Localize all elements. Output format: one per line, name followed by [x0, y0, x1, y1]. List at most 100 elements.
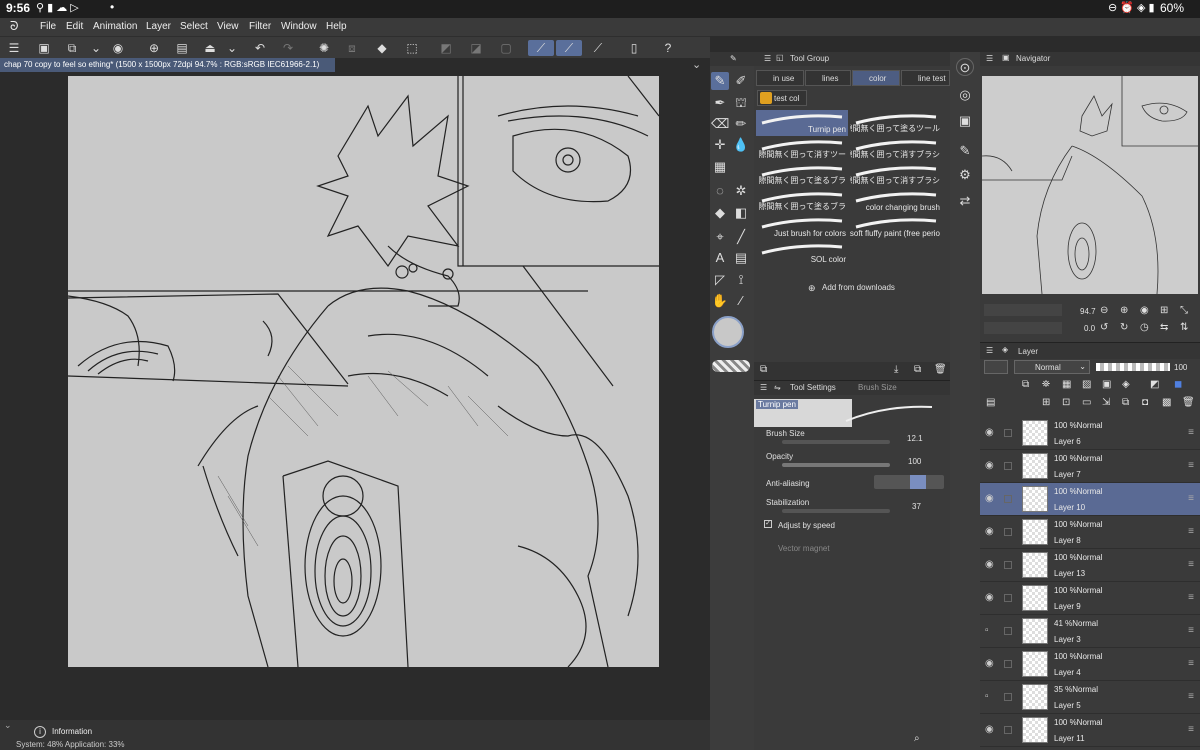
layer-row[interactable]: ◉ 100 %Normal Layer 7 ≡ [980, 450, 1200, 483]
move-tool-icon[interactable]: ✛ [711, 136, 729, 154]
copy-icon[interactable]: ⧉ [914, 364, 921, 375]
search-icon[interactable]: ⊙ [956, 58, 974, 76]
menu-view[interactable]: View [217, 21, 239, 32]
brush-item[interactable]: SOL color [756, 240, 848, 266]
new-vector-layer-icon[interactable]: ⊡ [1062, 397, 1070, 408]
trash-icon[interactable]: 🗑 [934, 364, 947, 375]
clear-icon[interactable]: ⧈ [344, 40, 360, 56]
reset-rotation-icon[interactable]: ◷ [1140, 322, 1149, 333]
link-icon[interactable]: ⇄ [956, 192, 974, 210]
drag-handle-icon[interactable]: ≡ [1188, 559, 1194, 570]
layer-select-checkbox[interactable] [1004, 594, 1012, 602]
navigator-preview[interactable] [982, 76, 1198, 294]
layer-row[interactable]: ◉ 100 %Normal Layer 8 ≡ [980, 516, 1200, 549]
frame-tool-icon[interactable]: ▤ [732, 249, 750, 267]
layer-color-icon[interactable]: ◼ [1174, 379, 1182, 390]
pen-tab-icon[interactable]: ✎ [730, 54, 737, 63]
transfer-icon[interactable]: ⇲ [1102, 397, 1110, 408]
menu-window[interactable]: Window [281, 21, 317, 32]
menu-filter[interactable]: Filter [249, 21, 271, 32]
layer-select-checkbox[interactable] [1004, 528, 1012, 536]
undo-icon[interactable]: ↶ [252, 40, 268, 56]
help-icon[interactable]: ? [660, 40, 676, 56]
layer-row[interactable]: ◉ 100 %Normal Layer 13 ≡ [980, 549, 1200, 582]
menu-select[interactable]: Select [180, 21, 208, 32]
menu-icon[interactable]: ☰ [986, 54, 993, 63]
brush-item[interactable]: 隙間無く囲って塗るブラ [756, 162, 848, 188]
grid-tool-icon[interactable]: ▦ [711, 158, 729, 176]
download-icon[interactable]: ⤓ [894, 364, 898, 375]
stabilization-slider[interactable] [782, 509, 890, 513]
apply-mask-icon[interactable]: ▩ [1162, 397, 1171, 408]
layer-mask-icon[interactable]: ◘ [1142, 397, 1148, 408]
zoom-out-icon[interactable]: ⊖ [1100, 305, 1108, 316]
marker-tool-icon[interactable]: ✐ [732, 72, 750, 90]
fit-icon[interactable]: ⊞ [1160, 305, 1168, 316]
eye-icon[interactable]: ◉ [985, 593, 997, 603]
brush-tool-icon[interactable]: ✒ [711, 94, 729, 112]
brush-size-slider[interactable] [782, 440, 890, 444]
menu-icon[interactable]: ☰ [764, 54, 771, 63]
tab-color[interactable]: color [852, 70, 900, 86]
brush-item[interactable]: 隙間無く囲って消すツー [756, 136, 848, 162]
drag-handle-icon[interactable]: ≡ [1188, 526, 1194, 537]
combine-icon[interactable]: ⧉ [1122, 397, 1129, 408]
correct-line-icon[interactable]: ⟟ [732, 271, 750, 289]
tab-lines[interactable]: lines [805, 70, 851, 86]
eraser-tool-icon[interactable]: ⌫ [711, 115, 729, 133]
blend-mode-select[interactable]: Normal ⌄ [1014, 360, 1090, 374]
tab-line-test[interactable]: line test [901, 70, 950, 86]
flip-vertical-icon[interactable]: ⇅ [1180, 322, 1188, 333]
transform-icon[interactable]: ⬚ [404, 40, 420, 56]
layer-select-checkbox[interactable] [1004, 495, 1012, 503]
redo-icon[interactable]: ↷ [280, 40, 296, 56]
layer-select-checkbox[interactable] [1004, 429, 1012, 437]
layer-select-checkbox[interactable] [1004, 561, 1012, 569]
mask-icon[interactable]: ▣ [1102, 379, 1111, 390]
menu-animation[interactable]: Animation [93, 21, 137, 32]
drag-handle-icon[interactable]: ≡ [1188, 724, 1194, 735]
special-ruler-snap-icon[interactable]: ⟋ [556, 40, 582, 56]
chevron-down-icon[interactable]: ⌄ [88, 40, 104, 56]
eye-icon[interactable]: ◉ [985, 461, 997, 471]
vector-magnet-label[interactable]: Vector magnet [778, 544, 830, 553]
fill-tool-icon[interactable]: ◆ [711, 204, 729, 222]
hidden-eye-icon[interactable]: ▫ [985, 626, 997, 636]
chevron-down-icon[interactable]: ⌄ [692, 58, 701, 71]
opacity-value[interactable]: 100 [908, 457, 921, 466]
export-icon[interactable]: ⧉ [64, 40, 80, 56]
ruler-tool-icon[interactable]: ◸ [711, 271, 729, 289]
gradient-tool-icon[interactable]: ◧ [732, 204, 750, 222]
hamburger-icon[interactable]: ☰ [6, 40, 22, 56]
new-canvas-icon[interactable]: ▣ [36, 40, 52, 56]
settings-icon[interactable]: ⧉ [760, 364, 767, 375]
preset-preview[interactable]: Turnip pen [754, 399, 852, 427]
hand-tool-icon[interactable]: ✋ [711, 292, 729, 310]
zoom-value[interactable]: 94.7 [1080, 307, 1096, 316]
layer-select-checkbox[interactable] [1004, 693, 1012, 701]
antialiasing-selector[interactable] [874, 475, 944, 489]
rotate-left-icon[interactable]: ↺ [1100, 322, 1108, 333]
lock-icon[interactable]: ▦ [1062, 379, 1071, 390]
drag-handle-icon[interactable]: ≡ [1188, 691, 1194, 702]
lock-alpha-icon[interactable]: ▨ [1082, 379, 1091, 390]
decoration-tool-icon[interactable]: ⛫ [732, 94, 750, 112]
pencil-tool-icon[interactable]: ✏ [732, 115, 750, 133]
information-label[interactable]: Information [52, 727, 92, 736]
save-icon[interactable]: ⏏ [202, 40, 218, 56]
invert-selection-icon[interactable]: ◪ [468, 40, 484, 56]
layer-row[interactable]: ▫ 35 %Normal Layer 5 ≡ [980, 681, 1200, 714]
rotation-slider[interactable] [984, 322, 1062, 334]
checkbox-icon[interactable]: ✓ [764, 520, 772, 528]
layer-row[interactable]: ▫ 41 %Normal Layer 3 ≡ [980, 615, 1200, 648]
brush-item[interactable]: 隙間無く囲って塗るツール [850, 110, 942, 136]
brush-icon[interactable]: ✎ [956, 142, 974, 160]
open-folder-icon[interactable]: ▤ [174, 40, 190, 56]
deselect-icon[interactable]: ◩ [438, 40, 454, 56]
operation-tool-icon[interactable]: ⌖ [711, 228, 729, 246]
layer-opacity-slider[interactable] [1096, 363, 1170, 371]
flip-horizontal-icon[interactable]: ⇆ [1160, 322, 1168, 333]
layer-row[interactable]: ◉ 100 %Normal Layer 9 ≡ [980, 582, 1200, 615]
brush-item[interactable]: 隙間無く囲って消すブラシ [850, 162, 942, 188]
search-icon[interactable]: ⌕ [914, 733, 920, 744]
